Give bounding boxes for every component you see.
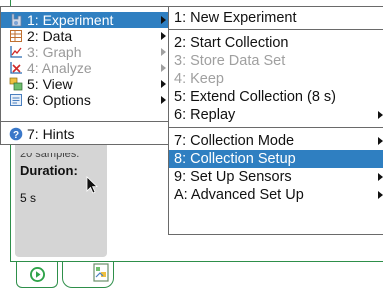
submenu-item-extend-collection[interactable]: 5: Extend Collection (8 s) [169,88,383,106]
submenu-item-start-collection[interactable]: 2: Start Collection [169,34,383,52]
menu-item-label: 5: View [27,76,73,92]
submenu-arrow-icon [161,32,166,40]
submenu-arrow-icon [378,137,383,145]
menu-item-experiment[interactable]: 1: Experiment [1,12,169,28]
submenu-item-label: 8: Collection Setup [174,151,296,167]
submenu-arrow-icon [161,48,166,56]
submenu-divider [169,127,383,128]
submenu-arrow-icon [161,16,166,24]
submenu-item-replay[interactable]: 6: Replay [169,106,383,124]
menu-divider [1,121,169,122]
play-icon [30,267,45,282]
submenu-item-label: 7: Collection Mode [174,133,295,149]
submenu-arrow-icon [378,111,383,119]
submenu-item-advanced-set-up[interactable]: A: Advanced Set Up [169,186,383,204]
menu-item-graph[interactable]: 3: Graph [1,44,169,60]
hints-icon: ? [9,127,23,141]
page-icon [93,263,109,282]
experiment-submenu: 1: New Experiment 2: Start Collection 3:… [168,6,383,235]
submenu-arrow-icon [378,191,383,199]
view-icon [9,77,23,91]
menu-item-label: 3: Graph [27,44,82,60]
menu-item-label: 4: Analyze [27,60,92,76]
submenu-item-label: A: Advanced Set Up [174,187,304,203]
menu-item-view[interactable]: 5: View [1,76,169,92]
submenu-item-label: 5: Extend Collection (8 s) [174,89,336,105]
menu-item-data[interactable]: 2: Data [1,28,169,44]
submenu-divider [169,29,383,30]
submenu-arrow-icon [378,173,383,181]
duration-label: Duration: [20,163,78,178]
submenu-item-label: 3: Store Data Set [174,53,286,69]
submenu-item-new-experiment[interactable]: 1: New Experiment [169,9,383,27]
options-icon [10,94,22,106]
main-menu: 1: Experiment 2: Data 3: Graph 4: Analyz… [0,6,170,145]
submenu-item-set-up-sensors[interactable]: 9: Set Up Sensors [169,168,383,186]
submenu-item-store-data-set[interactable]: 3: Store Data Set [169,52,383,70]
submenu-item-label: 6: Replay [174,107,236,123]
duration-value: 5 s [20,191,37,205]
menu-item-hints[interactable]: ? 7: Hints [1,126,169,142]
menu-item-label: 6: Options [27,92,91,108]
menu-item-label: 2: Data [27,28,73,44]
submenu-item-label: 1: New Experiment [174,10,297,26]
tab-play[interactable] [16,262,58,288]
submenu-arrow-icon [161,96,166,104]
submenu-item-label: 2: Start Collection [174,35,289,51]
submenu-item-label: 9: Set Up Sensors [174,169,292,185]
submenu-arrow-icon [161,64,166,72]
mouse-cursor-icon [86,176,98,194]
graph-icon [10,46,22,58]
data-table-icon [10,30,22,42]
menu-item-label: 7: Hints [27,126,75,142]
submenu-item-label: 4: Keep [174,71,224,87]
submenu-item-collection-setup[interactable]: 8: Collection Setup [169,150,383,168]
submenu-item-keep[interactable]: 4: Keep [169,70,383,88]
menu-item-label: 1: Experiment [27,12,114,28]
menu-item-analyze[interactable]: 4: Analyze [1,60,169,76]
submenu-item-collection-mode[interactable]: 7: Collection Mode [169,132,383,150]
experiment-icon [11,13,22,27]
submenu-arrow-icon [161,80,166,88]
analyze-icon [10,62,22,74]
svg-text:?: ? [13,130,19,141]
menu-item-options[interactable]: 6: Options [1,92,169,108]
